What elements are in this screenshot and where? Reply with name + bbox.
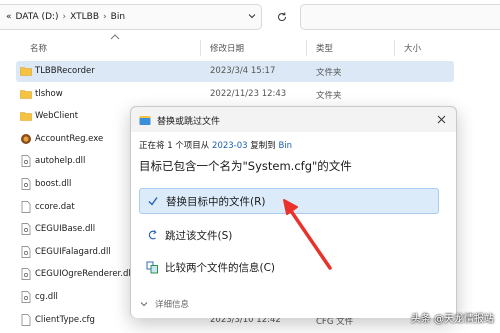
dialog-body: 正在将 1 个项目从 2023-03 复制到 Bin 目标已包含一个名为"Sys…	[131, 132, 456, 318]
file-name: ccore.dat	[35, 201, 75, 212]
close-button[interactable]	[426, 107, 456, 131]
file-name: TLBBRecorder	[35, 66, 95, 76]
file-name: AccountReg.exe	[35, 133, 104, 144]
replace-file-option[interactable]: 替换目标中的文件(R)	[139, 188, 439, 214]
dialog-title-bar: 替换或跳过文件	[139, 112, 220, 128]
file-name: WebClient	[35, 111, 79, 122]
dialog-title: 替换或跳过文件	[157, 116, 221, 127]
search-input[interactable]	[300, 4, 500, 30]
refresh-icon	[278, 12, 287, 22]
skip-file-label: 跳过该文件(S)	[165, 229, 233, 242]
dll-file-icon	[21, 155, 31, 168]
file-row[interactable]: TLBBRecorder 2023/3/4 15:17 文件夹	[0, 60, 500, 83]
file-name: CEGUIBase.dll	[35, 224, 96, 235]
folder-icon	[20, 89, 32, 99]
file-type: 文件夹	[316, 68, 342, 78]
skip-arrow-icon	[145, 228, 159, 242]
close-icon	[437, 115, 445, 123]
file-name: ClientType.cfg	[35, 314, 95, 325]
refresh-button[interactable]	[270, 4, 294, 30]
folder-icon	[20, 67, 32, 76]
file-name: cg.dll	[35, 291, 58, 302]
column-header-name[interactable]: 名称	[30, 42, 47, 54]
conflict-message: 目标已包含一个名为"System.cfg"的文件	[139, 159, 352, 173]
column-header: 名称 修改日期 类型 大小	[0, 38, 500, 58]
dll-file-icon	[21, 245, 31, 258]
file-explorer-icon	[139, 116, 151, 125]
file-name: CEGUIOgreRenderer.dll	[35, 269, 134, 280]
breadcrumb-separator-icon[interactable]: ›	[103, 12, 107, 22]
breadcrumb-xtlbb[interactable]: XTLBB	[70, 12, 99, 22]
compare-files-label: 比较两个文件的信息(C)	[165, 261, 276, 274]
file-date: 2022/11/23 12:43	[210, 88, 287, 99]
watermark: 头条 @天龙情报站	[410, 314, 494, 325]
file-icon	[21, 313, 31, 326]
dll-file-icon	[21, 178, 31, 190]
exe-icon	[21, 133, 31, 144]
file-name: autohelp.dll	[35, 156, 86, 167]
folder-icon	[20, 112, 32, 121]
column-header-type[interactable]: 类型	[316, 42, 333, 54]
breadcrumb-separator-icon[interactable]: ›	[63, 12, 67, 22]
checkmark-icon	[146, 194, 160, 208]
replace-file-label: 替换目标中的文件(R)	[166, 195, 266, 208]
dll-file-icon	[21, 291, 31, 303]
address-overflow-chevron[interactable]: «	[6, 12, 12, 22]
file-name: boost.dll	[35, 178, 72, 189]
dll-file-icon	[21, 223, 31, 236]
file-type: 文件夹	[316, 90, 342, 101]
details-toggle[interactable]: 详细信息	[139, 298, 189, 310]
file-date: 2023/3/4 15:17	[210, 66, 276, 76]
chevron-down-icon[interactable]	[247, 11, 257, 21]
skip-file-option[interactable]: 跳过该文件(S)	[139, 222, 439, 248]
dll-file-icon	[21, 268, 31, 281]
top-bar: « DATA (D:) › XTLBB › Bin	[0, 0, 500, 34]
compare-icon	[145, 260, 159, 274]
file-name: tlshow	[35, 88, 63, 99]
copy-progress-text: 正在将 1 个项目从 2023-03 复制到 Bin	[139, 141, 293, 151]
file-icon	[21, 200, 31, 213]
replace-or-skip-dialog: 替换或跳过文件 正在将 1 个项目从 2023-03 复制到 Bin 目标已包含…	[130, 106, 457, 318]
file-name: CEGUIFalagard.dll	[35, 246, 111, 257]
breadcrumb-bin[interactable]: Bin	[111, 12, 125, 22]
source-folder-link[interactable]: 2023-03	[212, 141, 248, 151]
details-label: 详细信息	[155, 300, 190, 310]
column-header-modified[interactable]: 修改日期	[210, 42, 244, 54]
address-bar[interactable]: « DATA (D:) › XTLBB › Bin	[0, 4, 262, 30]
destination-folder-link[interactable]: Bin	[278, 141, 292, 151]
column-header-size[interactable]: 大小	[404, 42, 421, 54]
compare-files-option[interactable]: 比较两个文件的信息(C)	[139, 254, 439, 280]
breadcrumb-drive[interactable]: DATA (D:)	[16, 12, 59, 22]
chevron-down-icon	[140, 302, 148, 307]
file-row[interactable]: tlshow 2022/11/23 12:43 文件夹	[0, 83, 500, 106]
